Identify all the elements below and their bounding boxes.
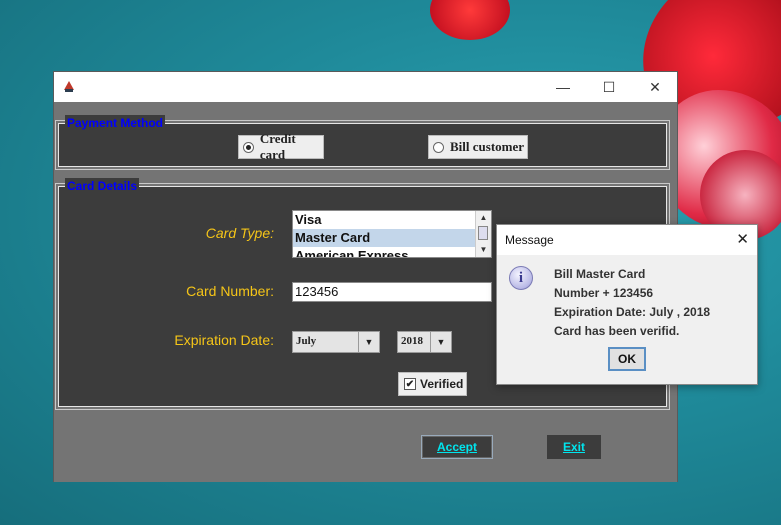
maximize-icon: ☐ — [602, 78, 616, 95]
dialog-titlebar[interactable]: Message ✕ — [497, 225, 757, 255]
background-flower-top — [430, 0, 510, 40]
message-dialog: Message ✕ i Bill Master Card Number + 12… — [496, 224, 758, 385]
minimize-icon: — — [556, 79, 570, 95]
scroll-thumb[interactable] — [478, 226, 488, 240]
card-details-title: Card Details — [65, 178, 140, 194]
scroll-down-arrow-icon[interactable]: ▼ — [476, 243, 491, 257]
month-value: July — [296, 335, 317, 347]
payment-method-title: Payment Method — [65, 115, 166, 131]
info-icon: i — [509, 266, 533, 290]
payment-method-group: Payment Method Credit card Bill customer — [55, 115, 670, 170]
close-button[interactable]: ✕ — [632, 72, 678, 102]
dialog-message-line: Card has been verifid. — [554, 324, 680, 338]
java-app-icon — [62, 79, 76, 93]
month-select[interactable]: July ▼ — [292, 331, 380, 353]
minimize-button[interactable]: — — [540, 72, 586, 102]
list-item[interactable]: American Express — [293, 247, 491, 257]
dialog-message-line: Bill Master Card — [554, 267, 646, 281]
dialog-message-line: Number + 123456 — [554, 286, 654, 300]
card-number-label: Card Number: — [186, 283, 274, 299]
radio-unselected-icon — [433, 141, 444, 153]
year-value: 2018 — [401, 335, 423, 347]
bill-customer-label: Bill customer — [450, 139, 525, 154]
card-type-list[interactable]: Visa Master Card American Express ▲ ▼ — [292, 210, 492, 258]
dialog-message-line: Expiration Date: July , 2018 — [554, 305, 711, 319]
close-icon: ✕ — [649, 78, 661, 95]
verified-label: Verified — [420, 377, 464, 391]
ok-button[interactable]: OK — [608, 347, 646, 371]
credit-card-radio[interactable]: Credit card — [238, 131, 324, 162]
payment-method-panel: Payment Method Credit card Bill customer — [58, 115, 667, 167]
verified-checkbox[interactable]: ✔ Verified — [398, 372, 467, 396]
list-scrollbar[interactable]: ▲ ▼ — [475, 211, 491, 257]
expiration-date-label: Expiration Date: — [174, 332, 274, 348]
card-type-label: Card Type: — [205, 225, 274, 241]
bill-customer-radio[interactable]: Bill customer — [428, 135, 528, 159]
checkbox-checked-icon: ✔ — [404, 378, 416, 390]
chevron-down-icon: ▼ — [358, 332, 379, 352]
radio-selected-icon — [243, 141, 254, 153]
dialog-close-icon[interactable]: ✕ — [736, 230, 749, 248]
list-item-selected[interactable]: Master Card — [293, 229, 491, 247]
list-item[interactable]: Visa — [293, 211, 491, 229]
credit-card-label: Credit card — [259, 131, 296, 162]
maximize-button[interactable]: ☐ — [586, 72, 632, 102]
year-select[interactable]: 2018 ▼ — [397, 331, 452, 353]
exit-button[interactable]: Exit — [547, 435, 601, 459]
window-titlebar[interactable]: — ☐ ✕ — [54, 72, 677, 102]
scroll-up-arrow-icon[interactable]: ▲ — [476, 211, 491, 225]
chevron-down-icon: ▼ — [430, 332, 451, 352]
accept-button[interactable]: Accept — [421, 435, 493, 459]
dialog-title: Message — [505, 233, 554, 247]
card-number-input[interactable]: 123456 — [292, 282, 492, 302]
